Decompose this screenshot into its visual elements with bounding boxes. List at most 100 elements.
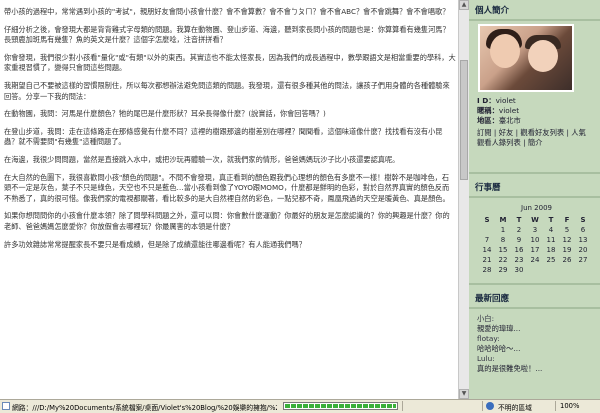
divider: [469, 196, 600, 198]
popularity-link[interactable]: 人氣: [571, 128, 586, 137]
security-zone: 不明的區域: [498, 404, 532, 412]
calendar-day[interactable]: [527, 265, 543, 275]
calendar-grid: S M T W T F S 1 2 3 4 5 6 7 8 9 10 11 12…: [479, 215, 591, 275]
post-paragraph: 我期望自己不要被這樣的習慣限制住，所以每次都想辦法避免問這類的問題。我發現，還有…: [4, 80, 450, 101]
profile-photo: [478, 24, 574, 92]
calendar-day[interactable]: 1: [495, 225, 511, 235]
calendar-day[interactable]: 23: [511, 255, 527, 265]
profile-links: 訂閱 | 好友 | 觀看好友列表 | 人氣 觀看人錄列表 | 簡介: [477, 128, 586, 147]
calendar-day-header: W: [531, 216, 539, 224]
sidebar: 個人簡介 I D：violet 暱稱：violet 地區：臺北市 訂閱 | 好友…: [469, 0, 600, 399]
calendar-day[interactable]: [543, 265, 559, 275]
subscribe-link[interactable]: 訂閱: [477, 128, 492, 137]
id-label: I D：: [477, 96, 496, 105]
calendar-day[interactable]: [575, 265, 591, 275]
post-paragraph: 在登山步道，我問：走在這條路走在那條感覺有什麼不同？這裡的樹跟那邊的樹差別在哪裡…: [4, 126, 443, 147]
calendar-heading: 行事曆: [475, 183, 501, 193]
calendar-day[interactable]: 28: [479, 265, 495, 275]
view-people-link[interactable]: 觀看人錄列表: [477, 138, 521, 147]
calendar-day[interactable]: [559, 265, 575, 275]
calendar-day[interactable]: 21: [479, 255, 495, 265]
zoom-level[interactable]: 100%: [560, 402, 579, 410]
calendar-day[interactable]: 8: [495, 235, 511, 245]
comments-heading: 最新回應: [475, 294, 510, 304]
calendar-day[interactable]: 7: [479, 235, 495, 245]
browser-status-bar: 網路：///D:/My%20Documents/系統檔案/桌面/Violet's…: [0, 399, 600, 413]
recent-comments: 小白: 親愛的瑋瑋... flotay: 哈哈哈哈～... Lulu: 真的是很…: [469, 312, 600, 374]
scroll-thumb[interactable]: [460, 60, 468, 180]
comment-author: 小白:: [477, 314, 495, 323]
post-paragraph: 在大自然的色圖下，我很喜歡問小孩"顏色的問題"。不問不會發現，真正看到的顏色跟我…: [4, 172, 450, 203]
scroll-down-arrow-icon[interactable]: ▼: [459, 389, 469, 399]
calendar-day[interactable]: 19: [559, 245, 575, 255]
profile-info: I D：violet 暱稱：violet 地區：臺北市: [469, 96, 600, 126]
vertical-scrollbar[interactable]: ▲ ▼: [458, 0, 469, 399]
calendar-day[interactable]: 26: [559, 255, 575, 265]
post-paragraph: 你會發現，我們很少對小孩看"量化"或"有類"以外的東西。其實這也不能太怪家長，因…: [4, 52, 456, 73]
calendar-day-header: T: [516, 216, 522, 224]
calendar-day[interactable]: 2: [511, 225, 527, 235]
calendar-day[interactable]: 24: [527, 255, 543, 265]
divider: [402, 401, 403, 411]
page-load-progress: [283, 402, 398, 410]
calendar-day[interactable]: 17: [527, 245, 543, 255]
scroll-up-arrow-icon[interactable]: ▲: [459, 0, 469, 10]
calendar-day[interactable]: 22: [495, 255, 511, 265]
calendar-day[interactable]: 25: [543, 255, 559, 265]
divider: [482, 401, 483, 411]
friend-link[interactable]: 好友: [499, 128, 514, 137]
status-url: 網路：///D:/My%20Documents/系統檔案/桌面/Violet's…: [12, 404, 277, 412]
region-label: 地區：: [477, 116, 499, 125]
post-paragraph: 仔細分析之後，會發現大都是背背雞式字母類的問題。我算在動物園、登山步道、海邊，聽…: [4, 24, 450, 45]
calendar-day-header: S: [580, 216, 586, 224]
calendar-day[interactable]: 20: [575, 245, 591, 255]
region-value: 臺北市: [498, 116, 521, 125]
nickname-value: violet: [498, 106, 520, 115]
calendar-day[interactable]: 4: [543, 225, 559, 235]
post-paragraph: 許多功效雜誌常常提醒家長不要只是看成績，但是除了成績還能往哪邊看呢？有人能通我們…: [4, 239, 306, 249]
calendar-day[interactable]: 5: [559, 225, 575, 235]
zone-globe-icon: [486, 402, 494, 410]
blog-post-area: 帶小孩的過程中，常常遇到小孩的"考試"，親朋好友會問小孩會什麼？會不會算數？會不…: [0, 0, 458, 399]
progress-fill: [285, 404, 396, 408]
calendar-day[interactable]: 14: [479, 245, 495, 255]
calendar-day-header: M: [499, 216, 507, 224]
post-paragraph: 在海邊，我很少問問題，當然是直接跳入水中，或把沙玩再體驗一次，就我們家的情形，爸…: [4, 154, 400, 164]
post-paragraph: 如果你想問問你的小孩會什麼本領？除了問學科問題之外，還可以問：你會數什麼運動？你…: [4, 211, 450, 231]
calendar-day[interactable]: 27: [575, 255, 591, 265]
calendar-day[interactable]: 30: [511, 265, 527, 275]
comment-author: flotay:: [477, 334, 500, 343]
calendar-day-header: S: [484, 216, 490, 224]
comment-author: Lulu:: [477, 354, 495, 363]
comment-link[interactable]: 真的是很難免啦！...: [477, 364, 594, 374]
comment-link[interactable]: 親愛的瑋瑋...: [477, 324, 594, 334]
divider: [469, 283, 600, 285]
calendar-day[interactable]: 3: [527, 225, 543, 235]
calendar: Jun 2009 S M T W T F S 1 2 3 4 5 6 7 8 9…: [479, 204, 594, 275]
calendar-day[interactable]: 15: [495, 245, 511, 255]
nickname-label: 暱稱：: [477, 106, 499, 115]
post-paragraph: 在動物園，我問：河馬是什麼顏色？牠的尾巴是什麼形狀？耳朵長得像什麼？(說實話，你…: [4, 109, 326, 119]
divider: [469, 307, 600, 309]
calendar-day[interactable]: [479, 225, 495, 235]
comment-link[interactable]: 哈哈哈哈～...: [477, 344, 594, 354]
page-icon: [2, 402, 10, 410]
calendar-day[interactable]: 6: [575, 225, 591, 235]
calendar-day[interactable]: 11: [543, 235, 559, 245]
divider: [469, 172, 600, 174]
divider: [555, 401, 556, 411]
calendar-day[interactable]: 18: [543, 245, 559, 255]
calendar-day[interactable]: 13: [575, 235, 591, 245]
calendar-day-header: T: [548, 216, 554, 224]
intro-link[interactable]: 簡介: [528, 138, 543, 147]
calendar-month: Jun 2009: [521, 204, 552, 212]
calendar-day[interactable]: 12: [559, 235, 575, 245]
friend-list-link[interactable]: 觀看好友列表: [520, 128, 564, 137]
calendar-day[interactable]: 10: [527, 235, 543, 245]
id-value: violet: [495, 96, 516, 105]
blog-post-body: 帶小孩的過程中，常常遇到小孩的"考試"，親朋好友會問小孩會什麼？會不會算數？會不…: [0, 0, 456, 250]
calendar-day[interactable]: 29: [495, 265, 511, 275]
calendar-day[interactable]: 9: [511, 235, 527, 245]
calendar-day[interactable]: 16: [511, 245, 527, 255]
calendar-day-header: F: [564, 216, 570, 224]
